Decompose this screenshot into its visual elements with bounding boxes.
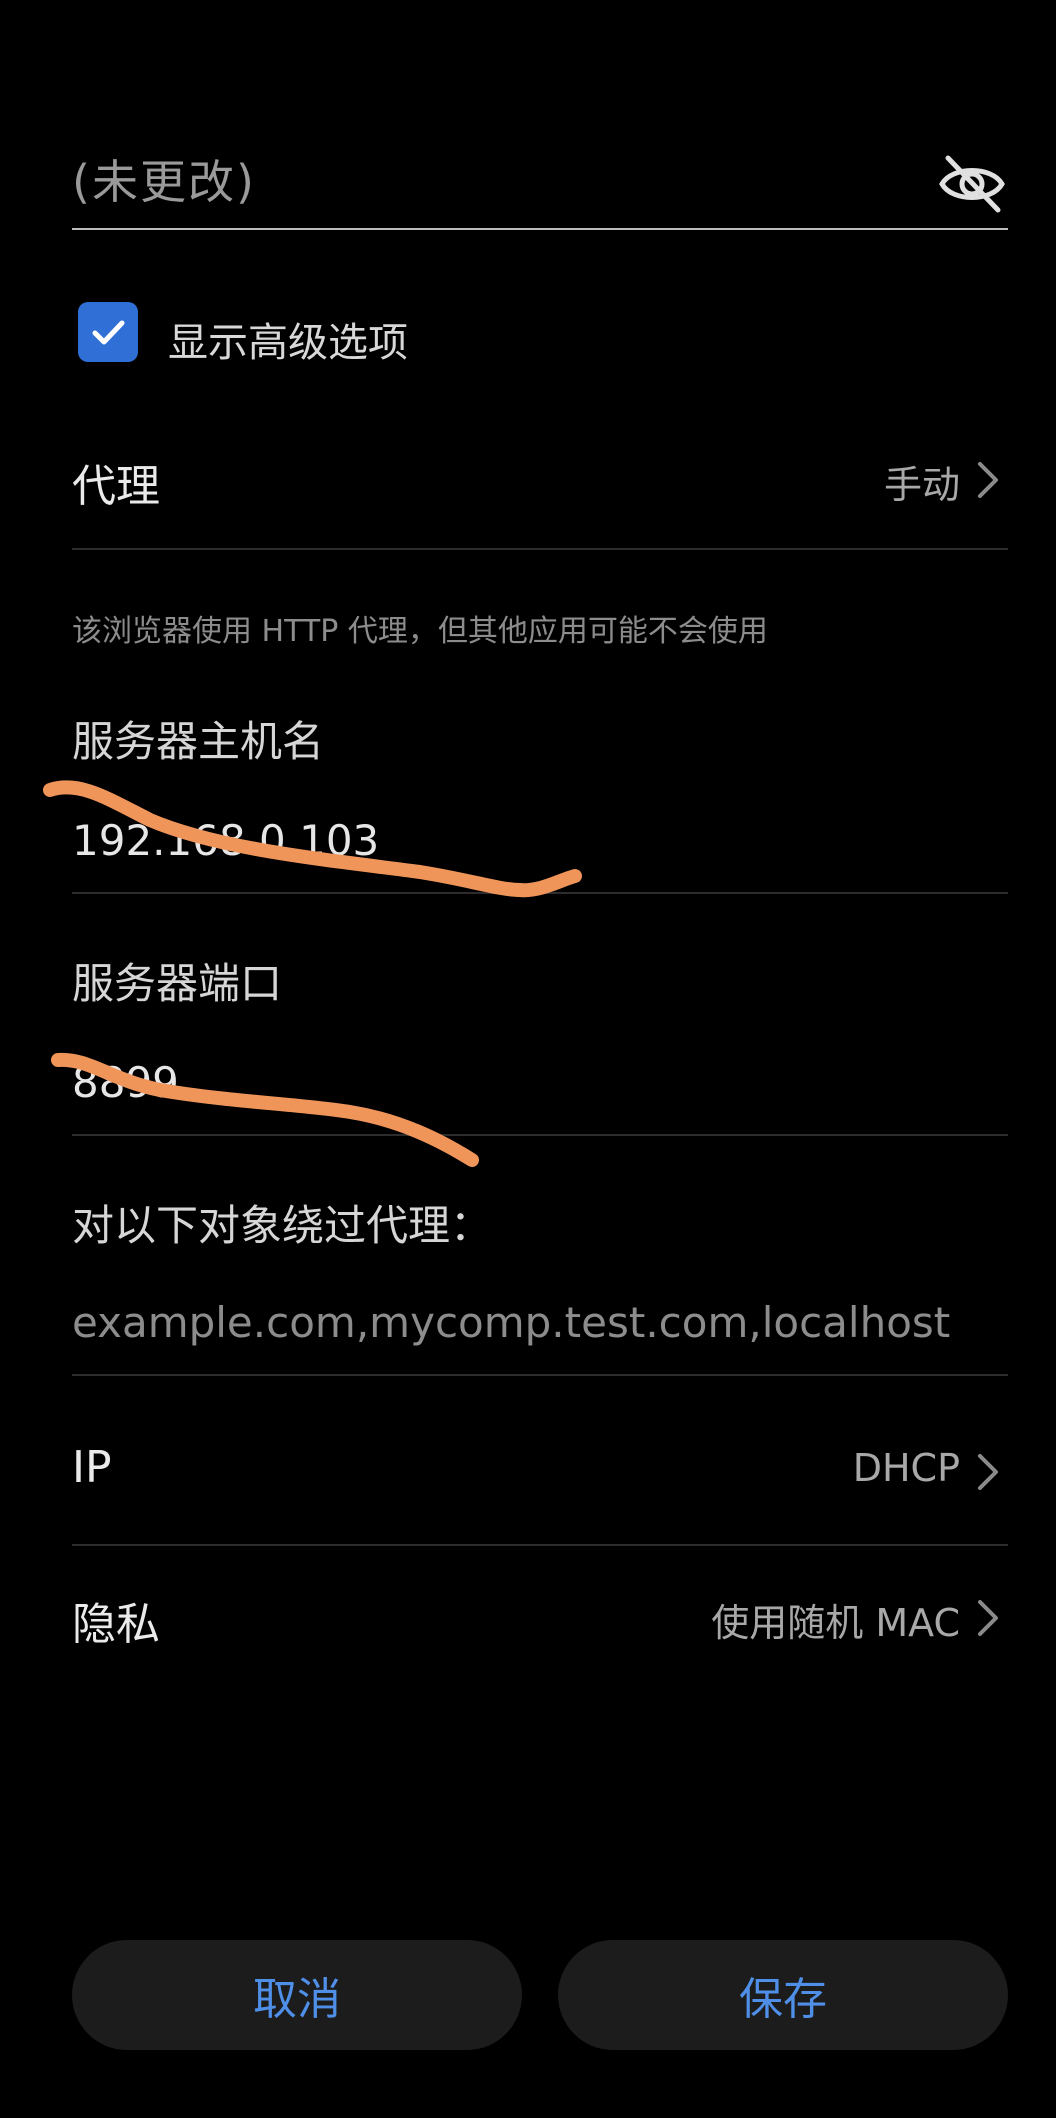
divider [72,1134,1008,1136]
chevron-right-icon [978,462,998,498]
proxy-hint: 该浏览器使用 HTTP 代理，但其他应用可能不会使用 [72,614,768,649]
divider [72,548,1008,550]
server-port-label: 服务器端口 [72,959,283,1008]
password-underline [72,228,1008,230]
proxy-value: 手动 [883,463,960,507]
bypass-label: 对以下对象绕过代理： [72,1201,493,1250]
cancel-button[interactable]: 取消 [72,1940,522,2050]
advanced-options-checkbox[interactable] [78,302,138,362]
chevron-right-icon [978,1454,998,1490]
proxy-row[interactable]: 代理 手动 [72,440,1008,520]
password-field[interactable]: (未更改) [72,146,256,212]
privacy-value: 使用随机 MAC [711,1601,960,1645]
ip-row[interactable]: IP DHCP [72,1432,1008,1512]
server-port-input[interactable]: 8899 [72,1058,179,1107]
advanced-options-label: 显示高级选项 [168,320,408,366]
server-host-label: 服务器主机名 [72,717,325,766]
bypass-input[interactable]: example.com,mycomp.test.com,localhost [72,1298,950,1347]
privacy-title: 隐私 [72,1599,160,1650]
chevron-right-icon [978,1600,998,1636]
check-icon [92,320,125,345]
privacy-row[interactable]: 隐私 使用随机 MAC [72,1578,1008,1658]
divider [72,1544,1008,1546]
divider [72,892,1008,894]
server-host-input[interactable]: 192.168.0.103 [72,816,379,865]
eye-slash-icon[interactable] [936,148,1008,220]
ip-value: DHCP [852,1446,960,1490]
divider [72,1374,1008,1376]
save-button[interactable]: 保存 [558,1940,1008,2050]
proxy-title: 代理 [72,461,160,512]
ip-title: IP [72,1442,112,1493]
